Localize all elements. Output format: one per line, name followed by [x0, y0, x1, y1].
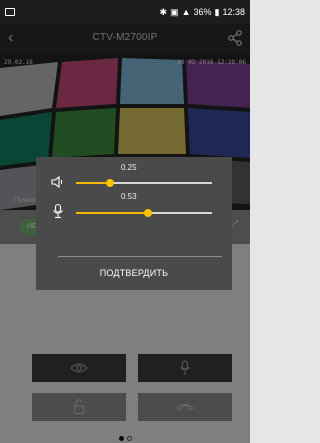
- speaker-volume-fill: [76, 182, 110, 184]
- vibrate-icon: ▣: [170, 6, 179, 17]
- speaker-volume-slider[interactable]: [76, 178, 212, 187]
- speaker-icon: [51, 175, 63, 189]
- mic-volume-thumb[interactable]: [144, 208, 153, 217]
- status-bar: ✱ ▣ ▲ 36% ▮ 12:38: [0, 0, 250, 24]
- bluetooth-icon: ✱: [159, 6, 168, 17]
- mic-volume-value: 0.53: [121, 192, 137, 201]
- signal-icon: ▲: [181, 7, 191, 17]
- mic-volume-fill: [76, 212, 149, 214]
- confirm-button[interactable]: ПОДТВЕРДИТЬ: [36, 262, 232, 284]
- battery-percent: 36%: [193, 7, 212, 17]
- speaker-volume-value: 0.25: [121, 163, 137, 172]
- notification-icon: [5, 8, 15, 16]
- microphone-icon: [53, 203, 63, 219]
- clock: 12:38: [222, 7, 245, 17]
- status-bar-right: ✱ ▣ ▲ 36% ▮ 12:38: [160, 7, 245, 18]
- battery-icon: ▮: [214, 6, 220, 17]
- volume-dialog: 0.25 0.53 ПОДТВЕРДИТЬ: [36, 157, 232, 290]
- mic-volume-slider[interactable]: [76, 208, 212, 217]
- dialog-divider: [58, 256, 222, 257]
- speaker-volume-thumb[interactable]: [106, 178, 114, 187]
